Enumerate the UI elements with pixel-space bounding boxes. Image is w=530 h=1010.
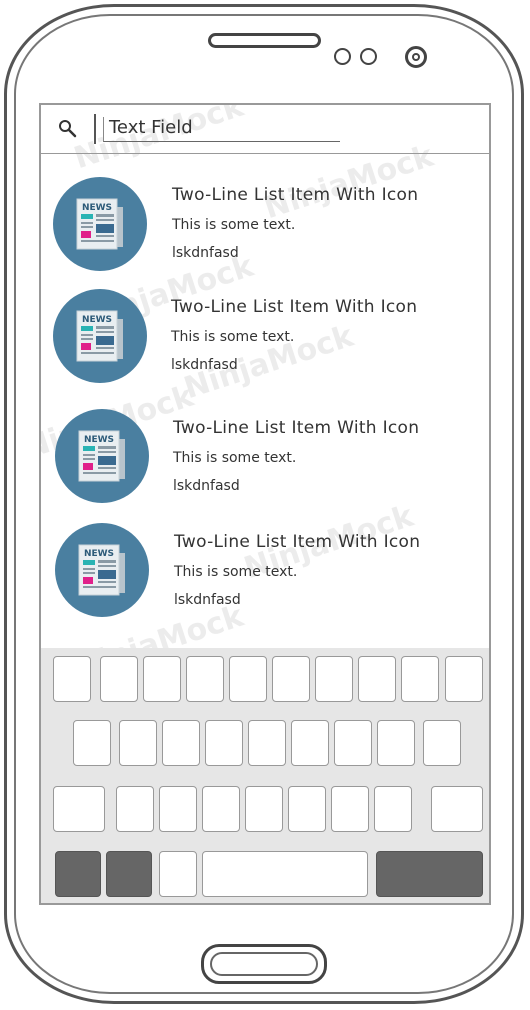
news-icon: NEWS [55, 523, 149, 617]
keyboard-key[interactable] [53, 656, 91, 702]
keyboard-key[interactable] [315, 656, 353, 702]
keyboard-key[interactable] [358, 656, 396, 702]
search-input-value: Text Field [109, 117, 193, 138]
list-item-title: Two-Line List Item With Icon [173, 418, 420, 438]
sensor-icon [360, 48, 377, 65]
keyboard-key[interactable] [374, 786, 412, 832]
keyboard-key[interactable] [229, 656, 267, 702]
keyboard-key[interactable] [445, 656, 483, 702]
list-item-line1: This is some text. [172, 217, 296, 233]
backspace-key[interactable] [431, 786, 483, 832]
keyboard-key[interactable] [116, 786, 154, 832]
news-icon-label: NEWS [82, 203, 112, 213]
list-item[interactable]: NEWS Two-Line List Item With Icon This i… [41, 401, 489, 509]
keyboard-key[interactable] [272, 656, 310, 702]
keyboard-key[interactable] [159, 786, 197, 832]
keyboard-key[interactable] [334, 720, 372, 766]
speaker-grille [208, 33, 321, 48]
camera-icon [405, 46, 427, 68]
symbols-key[interactable] [55, 851, 101, 897]
list-item-title: Two-Line List Item With Icon [171, 297, 418, 317]
keyboard-key[interactable] [186, 656, 224, 702]
list-item-line1: This is some text. [173, 450, 297, 466]
keyboard-key[interactable] [377, 720, 415, 766]
keyboard-key[interactable] [245, 786, 283, 832]
news-icon: NEWS [55, 409, 149, 503]
keyboard-key[interactable] [248, 720, 286, 766]
list-item[interactable]: NEWS Two-Line List Item With Icon This i… [41, 515, 489, 623]
keyboard-key[interactable] [73, 720, 111, 766]
keyboard-key[interactable] [205, 720, 243, 766]
list-item-title: Two-Line List Item With Icon [172, 185, 419, 205]
home-button[interactable] [201, 944, 327, 984]
search-icon[interactable] [57, 118, 77, 138]
list-item-line2: lskdnfasd [171, 357, 238, 373]
keyboard-key[interactable] [288, 786, 326, 832]
keyboard [41, 648, 489, 903]
list-item-line1: This is some text. [174, 564, 298, 580]
keyboard-key[interactable] [291, 720, 329, 766]
search-divider [94, 114, 96, 144]
keyboard-key[interactable] [401, 656, 439, 702]
search-bar: Text Field [41, 105, 489, 154]
sensor-icon [334, 48, 351, 65]
list-item-line2: lskdnfasd [172, 245, 239, 261]
news-icon-label: NEWS [84, 549, 114, 559]
keyboard-key[interactable] [143, 656, 181, 702]
keyboard-key[interactable] [119, 720, 157, 766]
keyboard-key[interactable] [100, 656, 138, 702]
mic-key[interactable] [106, 851, 152, 897]
list-item-line2: lskdnfasd [173, 478, 240, 494]
list-item-line1: This is some text. [171, 329, 295, 345]
news-icon-label: NEWS [84, 435, 114, 445]
news-icon: NEWS [53, 177, 147, 271]
list-item-line2: lskdnfasd [174, 592, 241, 608]
space-key[interactable] [202, 851, 368, 897]
news-icon-label: NEWS [82, 315, 112, 325]
enter-key[interactable] [376, 851, 483, 897]
news-icon: NEWS [53, 289, 147, 383]
keyboard-key[interactable] [202, 786, 240, 832]
list-item-title: Two-Line List Item With Icon [174, 532, 421, 552]
keyboard-key[interactable] [331, 786, 369, 832]
keyboard-key[interactable] [162, 720, 200, 766]
screen: NinjaMock NinjaMock NinjaMock NinjaMock … [39, 103, 491, 905]
shift-key[interactable] [53, 786, 105, 832]
list-item[interactable]: NEWS Two-Line List Item With Icon This i… [41, 167, 489, 275]
list-item[interactable]: NEWS Two-Line List Item With Icon This i… [41, 279, 489, 387]
keyboard-key[interactable] [423, 720, 461, 766]
comma-key[interactable] [159, 851, 197, 897]
